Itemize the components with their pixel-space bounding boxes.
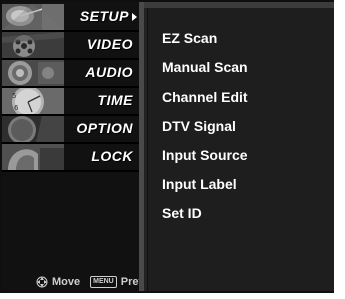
option-badge-icon — [2, 116, 64, 142]
menu-key-icon: MENU — [90, 276, 117, 288]
menu-item-audio[interactable]: AUDIO — [2, 60, 139, 86]
submenu-item-dtv-signal[interactable]: DTV Signal — [162, 118, 236, 134]
menu-item-setup-label: SETUP — [79, 8, 129, 24]
menu-item-time-label: TIME — [97, 92, 133, 108]
tv-frame: SETUP VIDEO AUDIO 5 6 TIME OPTION LOCK M… — [0, 0, 345, 299]
clock-icon: 5 6 — [2, 88, 64, 114]
setup-submenu: EZ Scan Manual Scan Channel Edit DTV Sig… — [148, 8, 334, 291]
menu-item-video[interactable]: VIDEO — [2, 32, 139, 58]
dpad-icon — [36, 276, 48, 288]
svg-text:5: 5 — [12, 92, 16, 100]
help-move-label: Move — [52, 276, 81, 288]
menu-item-audio-label: AUDIO — [85, 64, 133, 80]
divider — [2, 170, 139, 172]
submenu-item-set-id[interactable]: Set ID — [162, 205, 202, 221]
submenu-item-channel-edit[interactable]: Channel Edit — [162, 89, 248, 105]
menu-item-option[interactable]: OPTION — [2, 116, 139, 142]
menu-item-video-label: VIDEO — [86, 36, 133, 52]
selected-arrow-icon — [132, 13, 137, 21]
menu-item-lock[interactable]: LOCK — [2, 144, 139, 170]
svg-text:6: 6 — [14, 104, 19, 112]
film-reel-icon — [2, 32, 64, 58]
submenu-item-input-source[interactable]: Input Source — [162, 147, 248, 163]
submenu-item-input-label[interactable]: Input Label — [162, 176, 237, 192]
separator — [144, 2, 147, 291]
menu-item-time[interactable]: 5 6 TIME — [2, 88, 139, 114]
speaker-icon — [2, 60, 64, 86]
menu-item-lock-label: LOCK — [91, 148, 133, 164]
help-bar: Move MENU Prev — [36, 275, 145, 289]
menu-item-setup[interactable]: SETUP — [2, 4, 139, 30]
lock-icon — [2, 144, 64, 170]
main-menu: SETUP VIDEO AUDIO 5 6 TIME OPTION LOCK M… — [2, 2, 145, 291]
satellite-dish-icon — [2, 4, 64, 30]
menu-item-option-label: OPTION — [76, 120, 133, 136]
submenu-item-manual-scan[interactable]: Manual Scan — [162, 59, 248, 75]
submenu-item-ez-scan[interactable]: EZ Scan — [162, 30, 217, 46]
osd-screen: SETUP VIDEO AUDIO 5 6 TIME OPTION LOCK M… — [0, 0, 334, 293]
